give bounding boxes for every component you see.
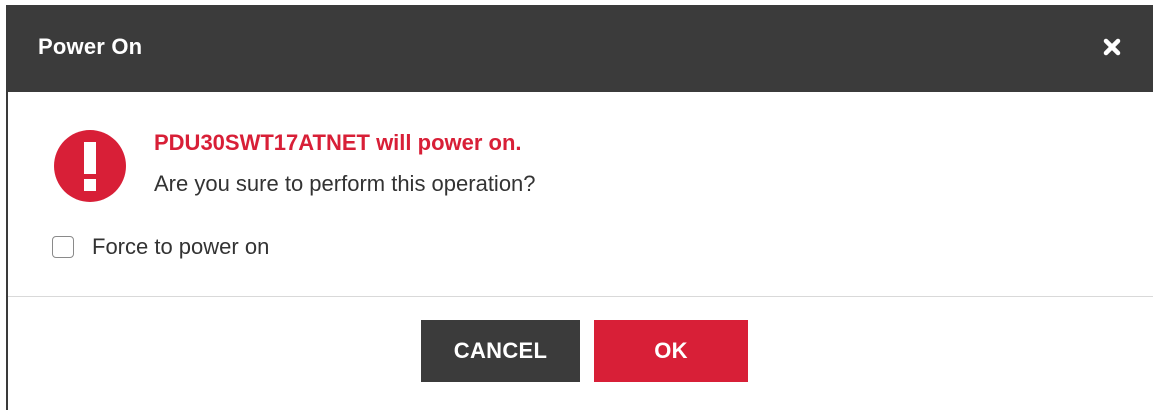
dialog-body: PDU30SWT17ATNET will power on. Are you s… [8,92,1153,296]
dialog-header: Power On [8,5,1153,92]
force-power-on-checkbox[interactable] [52,236,74,258]
footer-divider [8,296,1153,297]
exclamation-circle-icon [54,130,126,202]
message-text: Are you sure to perform this operation? [154,171,536,196]
cancel-button[interactable]: CANCEL [421,320,580,382]
close-icon [1103,38,1121,56]
force-power-on-option[interactable]: Force to power on [52,232,269,262]
close-button[interactable] [1097,32,1127,62]
message-title: PDU30SWT17ATNET will power on. [154,130,522,155]
ok-button[interactable]: OK [594,320,748,382]
power-on-dialog: Power On PDU30SWT17ATNET will power on. … [6,5,1153,410]
force-power-on-label: Force to power on [92,234,270,259]
dialog-title: Power On [38,34,143,59]
